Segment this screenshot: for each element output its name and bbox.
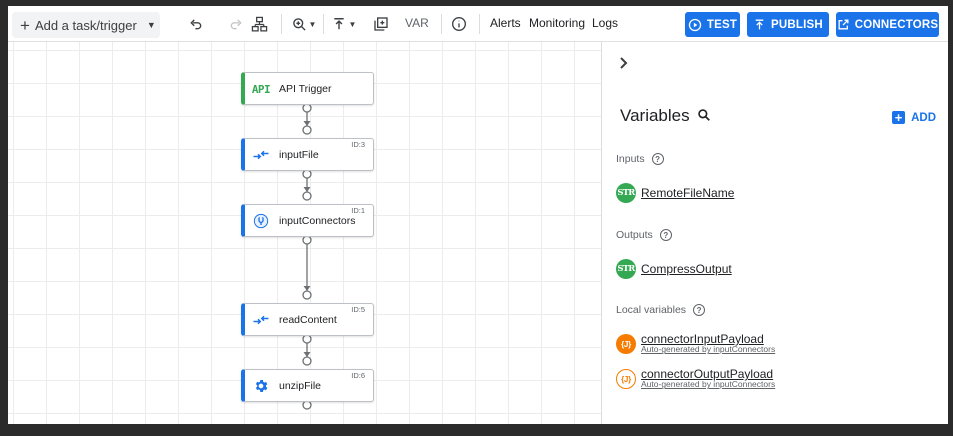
var-button[interactable]: VAR <box>405 16 429 30</box>
toolbar-divider <box>441 14 442 34</box>
publish-button[interactable]: PUBLISH <box>747 12 829 37</box>
task-node-read-content[interactable]: readContent ID:5 <box>241 303 374 336</box>
node-label: API Trigger <box>279 83 332 95</box>
variable-item[interactable]: STR RemoteFileName <box>616 183 734 203</box>
data-mapping-icon <box>251 312 271 328</box>
publish-label: PUBLISH <box>771 18 823 31</box>
variable-name[interactable]: RemoteFileName <box>641 186 734 200</box>
redo-icon[interactable] <box>226 14 246 34</box>
toolbar-divider <box>323 14 324 34</box>
string-type-icon: STR <box>616 259 636 279</box>
local-variables-section-header: Local variables ? <box>616 304 706 316</box>
add-box-icon: + <box>892 111 906 124</box>
help-icon[interactable]: ? <box>693 304 706 316</box>
gear-icon <box>251 378 271 394</box>
toolbar-divider <box>479 14 480 34</box>
caret-down-icon: ▼ <box>146 20 156 30</box>
test-button[interactable]: TEST <box>685 12 740 37</box>
flow-canvas[interactable]: API API Trigger inputFile ID:3 inputConn… <box>8 42 601 424</box>
variables-panel: Variables + ADD Inputs ? STR RemoteFileN… <box>601 42 948 424</box>
toolbar-divider <box>281 14 282 34</box>
zoom-in-icon[interactable]: ▼ <box>290 14 318 34</box>
add-task-trigger-button[interactable]: + Add a task/trigger ▼ <box>12 12 160 38</box>
node-id: ID:6 <box>351 371 365 380</box>
connectors-label: CONNECTORS <box>854 18 939 31</box>
publish-icon <box>753 18 766 31</box>
connectors-button[interactable]: CONNECTORS <box>836 12 939 37</box>
variable-item[interactable]: {J} connectorInputPayload Auto-generated… <box>616 333 776 355</box>
panel-title: Variables <box>620 106 690 125</box>
api-icon: API <box>251 82 271 96</box>
alerts-link[interactable]: Alerts <box>490 16 521 30</box>
plus-icon: + <box>20 15 30 35</box>
auto-layout-icon[interactable] <box>249 14 269 34</box>
data-mapping-icon <box>251 147 271 163</box>
outputs-label: Outputs <box>616 229 653 241</box>
inputs-label: Inputs <box>616 153 645 165</box>
play-circle-icon <box>688 18 702 32</box>
undo-icon[interactable] <box>186 14 206 34</box>
json-type-icon: {J} <box>616 369 636 389</box>
test-label: TEST <box>706 18 738 31</box>
monitoring-link[interactable]: Monitoring <box>529 16 585 30</box>
node-label: unzipFile <box>279 380 322 392</box>
node-label: inputFile <box>279 149 319 161</box>
variable-item[interactable]: {J} connectorOutputPayload Auto-generate… <box>616 368 776 390</box>
variable-name[interactable]: CompressOutput <box>641 262 732 276</box>
node-label: inputConnectors <box>279 215 356 227</box>
task-node-input-connectors[interactable]: inputConnectors ID:1 <box>241 204 374 237</box>
variable-note: Auto-generated by inputConnectors <box>641 344 776 355</box>
chevron-right-icon[interactable] <box>618 54 630 75</box>
task-node-input-file[interactable]: inputFile ID:3 <box>241 138 374 171</box>
string-type-icon: STR <box>616 183 636 203</box>
add-task-label: Add a task/trigger <box>34 17 137 33</box>
integration-editor: + Add a task/trigger ▼ ▼ ▼ VAR Alerts Mo… <box>8 6 948 424</box>
task-node-api-trigger[interactable]: API API Trigger <box>241 72 374 105</box>
add-box-icon[interactable] <box>371 14 391 34</box>
open-in-new-icon <box>837 18 850 31</box>
json-type-icon: {J} <box>616 334 636 354</box>
variable-note: Auto-generated by inputConnectors <box>641 379 776 390</box>
variable-item[interactable]: STR CompressOutput <box>616 259 732 279</box>
help-icon[interactable]: ? <box>659 229 672 241</box>
connector-icon <box>251 213 271 229</box>
toolbar: + Add a task/trigger ▼ ▼ ▼ VAR Alerts Mo… <box>8 6 948 42</box>
info-icon[interactable] <box>449 14 469 34</box>
logs-link[interactable]: Logs <box>592 16 618 30</box>
add-variable-button[interactable]: + ADD <box>892 111 936 124</box>
node-id: ID:3 <box>351 140 365 149</box>
search-icon[interactable] <box>697 108 711 127</box>
outputs-section-header: Outputs ? <box>616 229 672 241</box>
align-top-icon[interactable]: ▼ <box>330 14 358 34</box>
node-id: ID:5 <box>351 305 365 314</box>
help-icon[interactable]: ? <box>651 153 664 165</box>
local-variables-label: Local variables <box>616 304 687 316</box>
add-label: ADD <box>911 111 936 124</box>
node-id: ID:1 <box>351 206 365 215</box>
task-node-unzip-file[interactable]: unzipFile ID:6 <box>241 369 374 402</box>
node-label: readContent <box>279 314 337 326</box>
inputs-section-header: Inputs ? <box>616 153 664 165</box>
